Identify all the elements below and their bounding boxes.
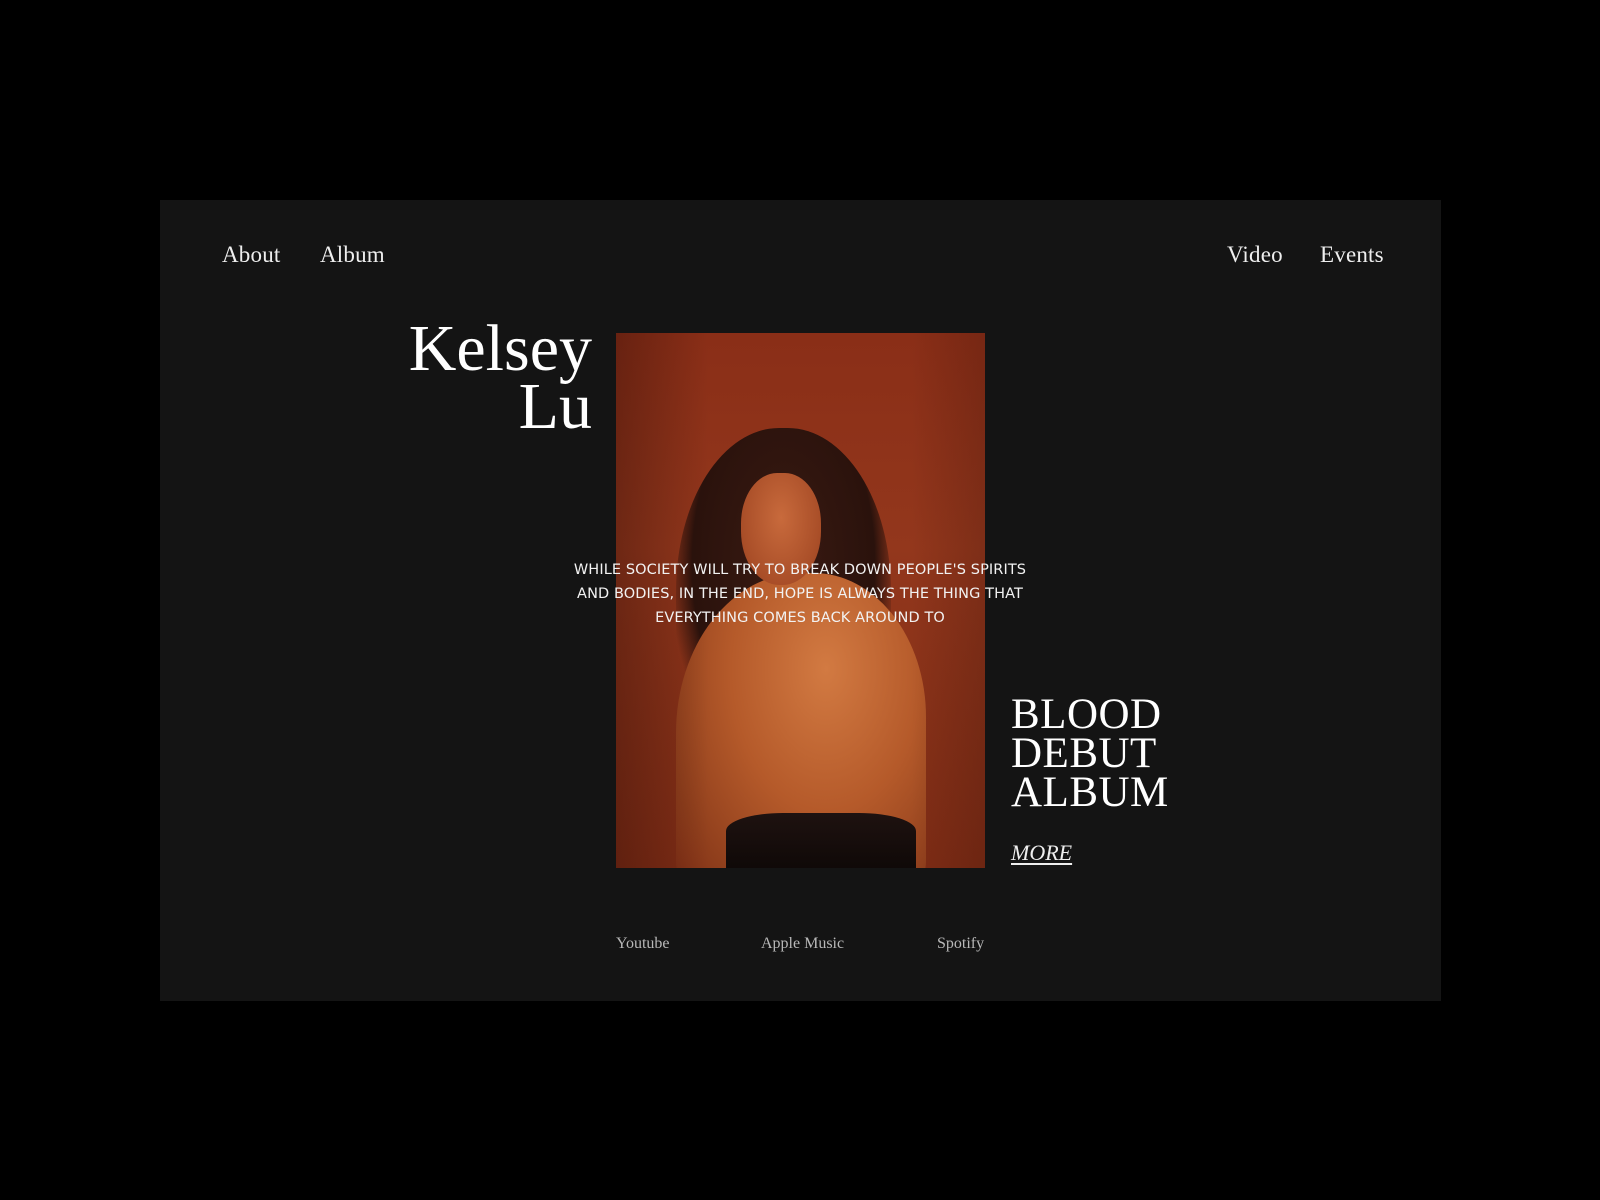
page-card: About Album Video Events Kelsey Lu WHILE…: [160, 200, 1441, 1001]
youtube-link[interactable]: Youtube: [616, 935, 670, 953]
nav-album[interactable]: Album: [320, 242, 385, 268]
nav-events[interactable]: Events: [1320, 242, 1384, 268]
quote-line: WHILE SOCIETY WILL TRY TO BREAK DOWN PEO…: [573, 562, 1027, 578]
nav-about[interactable]: About: [222, 242, 281, 268]
apple-music-link[interactable]: Apple Music: [761, 935, 844, 953]
more-link[interactable]: MORE: [1011, 840, 1072, 866]
album-title-line: ALBUM: [1011, 769, 1169, 816]
artist-last-name: Lu: [518, 370, 592, 443]
artist-name: Kelsey Lu: [409, 316, 592, 440]
nav-video[interactable]: Video: [1227, 242, 1283, 268]
hero-quote: WHILE SOCIETY WILL TRY TO BREAK DOWN PEO…: [540, 558, 1060, 630]
quote-line: EVERYTHING COMES BACK AROUND TO: [655, 610, 945, 626]
quote-line: AND BODIES, IN THE END, HOPE IS ALWAYS T…: [577, 586, 1023, 602]
album-title: BLOOD DEBUT ALBUM: [1011, 693, 1169, 814]
spotify-link[interactable]: Spotify: [937, 935, 984, 953]
